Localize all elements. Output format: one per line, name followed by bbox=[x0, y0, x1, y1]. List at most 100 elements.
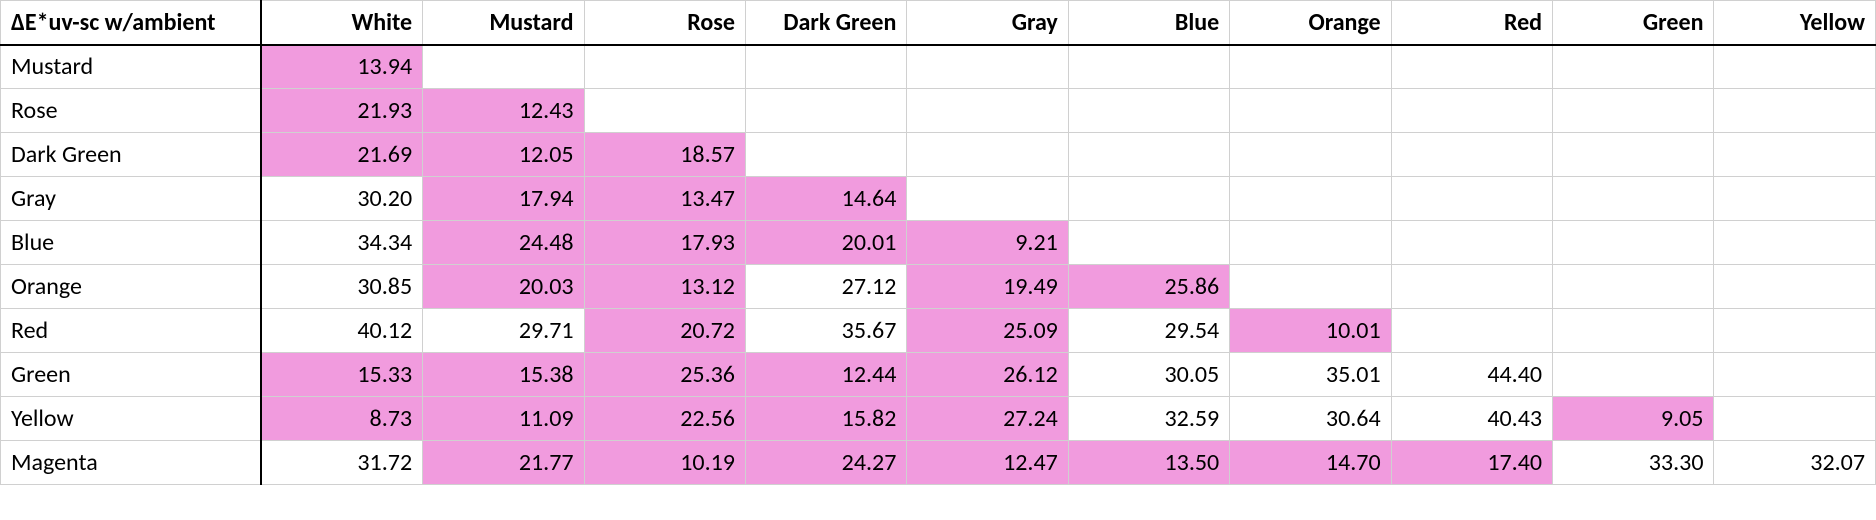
col-header: Mustard bbox=[423, 1, 584, 45]
cell: 13.50 bbox=[1068, 441, 1229, 485]
cell bbox=[1068, 45, 1229, 89]
cell: 20.01 bbox=[745, 221, 906, 265]
cell: 25.36 bbox=[584, 353, 745, 397]
cell bbox=[1230, 177, 1391, 221]
cell: 10.19 bbox=[584, 441, 745, 485]
cell: 15.33 bbox=[261, 353, 422, 397]
cell bbox=[1714, 133, 1876, 177]
table-row: Red40.1229.7120.7235.6725.0929.5410.01 bbox=[1, 309, 1876, 353]
cell bbox=[1553, 133, 1714, 177]
cell bbox=[907, 89, 1068, 133]
cell: 17.93 bbox=[584, 221, 745, 265]
table-row: Rose21.9312.43 bbox=[1, 89, 1876, 133]
cell bbox=[1230, 89, 1391, 133]
cell bbox=[1391, 177, 1552, 221]
cell bbox=[1714, 45, 1876, 89]
cell: 9.05 bbox=[1553, 397, 1714, 441]
cell: 13.47 bbox=[584, 177, 745, 221]
cell: 15.38 bbox=[423, 353, 584, 397]
cell: 12.43 bbox=[423, 89, 584, 133]
col-header: Rose bbox=[584, 1, 745, 45]
row-label: Green bbox=[1, 353, 262, 397]
cell bbox=[1553, 353, 1714, 397]
cell bbox=[1068, 221, 1229, 265]
row-label: Mustard bbox=[1, 45, 262, 89]
cell: 27.12 bbox=[745, 265, 906, 309]
cell: 40.43 bbox=[1391, 397, 1552, 441]
table-row: Blue34.3424.4817.9320.019.21 bbox=[1, 221, 1876, 265]
cell: 22.56 bbox=[584, 397, 745, 441]
cell bbox=[907, 45, 1068, 89]
delta-e-table: ΔE*uv-sc w/ambient White Mustard Rose Da… bbox=[0, 0, 1876, 485]
cell: 12.47 bbox=[907, 441, 1068, 485]
cell: 13.94 bbox=[261, 45, 422, 89]
row-label: Red bbox=[1, 309, 262, 353]
cell bbox=[1068, 133, 1229, 177]
cell bbox=[745, 89, 906, 133]
cell: 40.12 bbox=[261, 309, 422, 353]
col-header: Green bbox=[1553, 1, 1714, 45]
row-label: Rose bbox=[1, 89, 262, 133]
cell: 26.12 bbox=[907, 353, 1068, 397]
cell bbox=[1714, 353, 1876, 397]
cell: 20.03 bbox=[423, 265, 584, 309]
cell: 15.82 bbox=[745, 397, 906, 441]
table-title: ΔE*uv-sc w/ambient bbox=[1, 1, 262, 45]
cell bbox=[1553, 221, 1714, 265]
table-row: Dark Green21.6912.0518.57 bbox=[1, 133, 1876, 177]
col-header: Blue bbox=[1068, 1, 1229, 45]
row-label: Gray bbox=[1, 177, 262, 221]
cell bbox=[1391, 265, 1552, 309]
table-row: Magenta31.7221.7710.1924.2712.4713.5014.… bbox=[1, 441, 1876, 485]
cell bbox=[1391, 309, 1552, 353]
cell bbox=[1391, 221, 1552, 265]
cell bbox=[584, 89, 745, 133]
cell: 27.24 bbox=[907, 397, 1068, 441]
cell bbox=[1068, 177, 1229, 221]
cell: 19.49 bbox=[907, 265, 1068, 309]
cell: 35.67 bbox=[745, 309, 906, 353]
cell: 14.70 bbox=[1230, 441, 1391, 485]
cell: 18.57 bbox=[584, 133, 745, 177]
cell bbox=[745, 133, 906, 177]
cell bbox=[1230, 265, 1391, 309]
cell: 12.44 bbox=[745, 353, 906, 397]
cell bbox=[584, 45, 745, 89]
cell: 8.73 bbox=[261, 397, 422, 441]
cell: 35.01 bbox=[1230, 353, 1391, 397]
cell: 31.72 bbox=[261, 441, 422, 485]
cell bbox=[907, 133, 1068, 177]
cell bbox=[1553, 265, 1714, 309]
cell bbox=[1714, 397, 1876, 441]
cell bbox=[1391, 89, 1552, 133]
col-header: Dark Green bbox=[745, 1, 906, 45]
cell: 33.30 bbox=[1553, 441, 1714, 485]
cell: 25.09 bbox=[907, 309, 1068, 353]
cell: 12.05 bbox=[423, 133, 584, 177]
col-header: Yellow bbox=[1714, 1, 1876, 45]
cell: 30.85 bbox=[261, 265, 422, 309]
cell: 17.94 bbox=[423, 177, 584, 221]
cell: 30.20 bbox=[261, 177, 422, 221]
cell bbox=[745, 45, 906, 89]
cell: 21.69 bbox=[261, 133, 422, 177]
cell bbox=[1068, 89, 1229, 133]
row-label: Blue bbox=[1, 221, 262, 265]
header-row: ΔE*uv-sc w/ambient White Mustard Rose Da… bbox=[1, 1, 1876, 45]
col-header: Red bbox=[1391, 1, 1552, 45]
cell: 44.40 bbox=[1391, 353, 1552, 397]
cell bbox=[1714, 265, 1876, 309]
cell bbox=[1391, 133, 1552, 177]
row-label: Orange bbox=[1, 265, 262, 309]
cell bbox=[1553, 177, 1714, 221]
cell bbox=[1230, 45, 1391, 89]
col-header: Gray bbox=[907, 1, 1068, 45]
cell bbox=[1391, 45, 1552, 89]
table-row: Green15.3315.3825.3612.4426.1230.0535.01… bbox=[1, 353, 1876, 397]
cell bbox=[423, 45, 584, 89]
cell: 14.64 bbox=[745, 177, 906, 221]
cell: 13.12 bbox=[584, 265, 745, 309]
table-row: Gray30.2017.9413.4714.64 bbox=[1, 177, 1876, 221]
cell bbox=[1714, 309, 1876, 353]
cell: 17.40 bbox=[1391, 441, 1552, 485]
